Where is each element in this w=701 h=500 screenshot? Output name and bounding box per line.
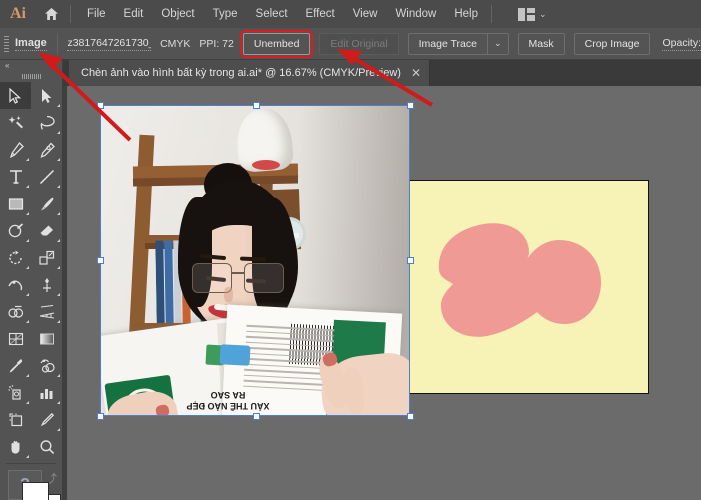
- document-canvas[interactable]: XÁU THẾ NÀO ĐẸP RA SAO: [63, 86, 701, 500]
- eyedropper-tool[interactable]: [0, 352, 31, 379]
- eyeglasses: [192, 263, 290, 295]
- image-trace-button[interactable]: Image Trace: [407, 32, 487, 55]
- gradient-tool[interactable]: [31, 325, 62, 352]
- fill-swatch[interactable]: [22, 482, 49, 500]
- opacity-label[interactable]: Opacity:: [662, 37, 701, 51]
- arrange-documents-button[interactable]: ⌄: [513, 5, 552, 24]
- arrange-documents-icon: [518, 7, 535, 21]
- menu-item-type[interactable]: Type: [204, 3, 247, 25]
- type-tool[interactable]: [0, 163, 31, 190]
- menu-item-view[interactable]: View: [344, 3, 387, 25]
- unembed-button[interactable]: Unembed: [239, 29, 314, 58]
- image-trace-split-button[interactable]: Image Trace ⌄: [407, 32, 509, 55]
- canvas-left-edge: [63, 86, 67, 500]
- selection-handle-bottom-center[interactable]: [253, 413, 260, 420]
- double-chevron-left-icon[interactable]: «: [5, 61, 10, 70]
- mesh-tool[interactable]: [0, 325, 31, 352]
- rotate-tool[interactable]: [0, 244, 31, 271]
- scale-tool[interactable]: [31, 244, 62, 271]
- panel-grip-handle[interactable]: [2, 33, 9, 55]
- placed-image-photo[interactable]: XÁU THẾ NÀO ĐẸP RA SAO: [100, 105, 410, 416]
- linked-file-name[interactable]: z3817647261730_3225a...: [67, 37, 152, 51]
- book-blue-badge: [219, 344, 251, 366]
- menu-bar: Ai File Edit Object Type Select Effect V…: [0, 0, 701, 28]
- blend-tool[interactable]: [31, 352, 62, 379]
- line-segment-tool[interactable]: [31, 163, 62, 190]
- close-icon[interactable]: ✕: [411, 67, 421, 79]
- book-cover-title: XÁU THẾ NÀO ĐẸP RA SAO: [186, 390, 270, 411]
- eyebrow-right: [239, 256, 267, 262]
- edit-original-button: Edit Original: [319, 32, 399, 55]
- glasses-bridge: [232, 272, 244, 274]
- tools-panel-collapse[interactable]: «: [0, 60, 62, 70]
- nose: [224, 287, 233, 302]
- shape-builder-tool[interactable]: [0, 298, 31, 325]
- rectangle-tool[interactable]: [0, 190, 31, 217]
- slice-tool[interactable]: [31, 406, 62, 433]
- symbol-sprayer-tool[interactable]: [0, 379, 31, 406]
- app-logo-icon: Ai: [10, 5, 26, 22]
- menu-item-help[interactable]: Help: [445, 3, 487, 25]
- tools-divider: [6, 463, 56, 464]
- home-icon[interactable]: [36, 0, 66, 28]
- red-object-on-shelf: [252, 160, 280, 170]
- crop-image-button[interactable]: Crop Image: [573, 32, 651, 55]
- artboard-tool[interactable]: [0, 406, 31, 433]
- mask-button[interactable]: Mask: [517, 32, 565, 55]
- tool-grid: [0, 82, 62, 460]
- menu-item-select[interactable]: Select: [247, 3, 297, 25]
- tools-panel: « ⤴: [0, 60, 63, 500]
- chevron-down-icon: ⌄: [539, 8, 547, 19]
- menu-divider-2: [491, 5, 492, 23]
- selection-tool[interactable]: [0, 82, 31, 109]
- ppi-label: PPI: 72: [199, 37, 234, 50]
- hand-tool[interactable]: [0, 433, 31, 460]
- pink-blob-shape[interactable]: [431, 208, 611, 354]
- selection-handle-top-center[interactable]: [253, 102, 260, 109]
- selection-handle-middle-left[interactable]: [97, 257, 104, 264]
- lens-right: [244, 263, 284, 293]
- lasso-tool[interactable]: [31, 109, 62, 136]
- zoom-tool[interactable]: [31, 433, 62, 460]
- free-transform-tool[interactable]: [31, 271, 62, 298]
- shaper-tool[interactable]: [0, 217, 31, 244]
- menu-item-effect[interactable]: Effect: [297, 3, 344, 25]
- selection-handle-middle-right[interactable]: [407, 257, 414, 264]
- pen-tool[interactable]: [0, 136, 31, 163]
- menu-divider: [70, 5, 71, 23]
- image-trace-chevron-down-icon[interactable]: ⌄: [486, 32, 509, 55]
- selection-handle-bottom-right[interactable]: [407, 413, 414, 420]
- tools-panel-grip-icon[interactable]: [0, 70, 62, 82]
- direct-selection-tool[interactable]: [31, 82, 62, 109]
- width-tool[interactable]: [0, 271, 31, 298]
- menu-item-object[interactable]: Object: [152, 3, 203, 25]
- paintbrush-tool[interactable]: [31, 190, 62, 217]
- selection-handle-bottom-left[interactable]: [97, 413, 104, 420]
- document-tab-title: Chèn ảnh vào hình bất kỳ trong ai.ai* @ …: [81, 67, 401, 79]
- eraser-tool[interactable]: [31, 217, 62, 244]
- control-divider-1: [56, 32, 58, 55]
- fill-stroke-swatches: ? ⤴: [0, 468, 62, 500]
- selection-type-label: Image: [15, 36, 47, 51]
- magic-wand-tool[interactable]: [0, 109, 31, 136]
- selection-handle-top-left[interactable]: [97, 102, 104, 109]
- perspective-grid-tool[interactable]: [31, 298, 62, 325]
- control-bar: Image z3817647261730_3225a... CMYK PPI: …: [0, 28, 701, 60]
- document-tab[interactable]: Chèn ảnh vào hình bất kỳ trong ai.ai* @ …: [69, 60, 431, 86]
- curvature-tool[interactable]: [31, 136, 62, 163]
- column-graph-tool[interactable]: [31, 379, 62, 406]
- document-tab-bar: Chèn ảnh vào hình bất kỳ trong ai.ai* @ …: [63, 60, 701, 86]
- fingernail-2: [154, 403, 171, 416]
- menu-item-list: File Edit Object Type Select Effect View…: [78, 3, 487, 25]
- menu-item-file[interactable]: File: [78, 3, 115, 25]
- menu-item-edit[interactable]: Edit: [115, 3, 153, 25]
- illustrator-window: Ai File Edit Object Type Select Effect V…: [0, 0, 701, 500]
- menu-item-window[interactable]: Window: [386, 3, 445, 25]
- selection-handle-top-right[interactable]: [407, 102, 414, 109]
- color-mode-label: CMYK: [160, 37, 191, 50]
- artboard-yellow[interactable]: [395, 180, 649, 394]
